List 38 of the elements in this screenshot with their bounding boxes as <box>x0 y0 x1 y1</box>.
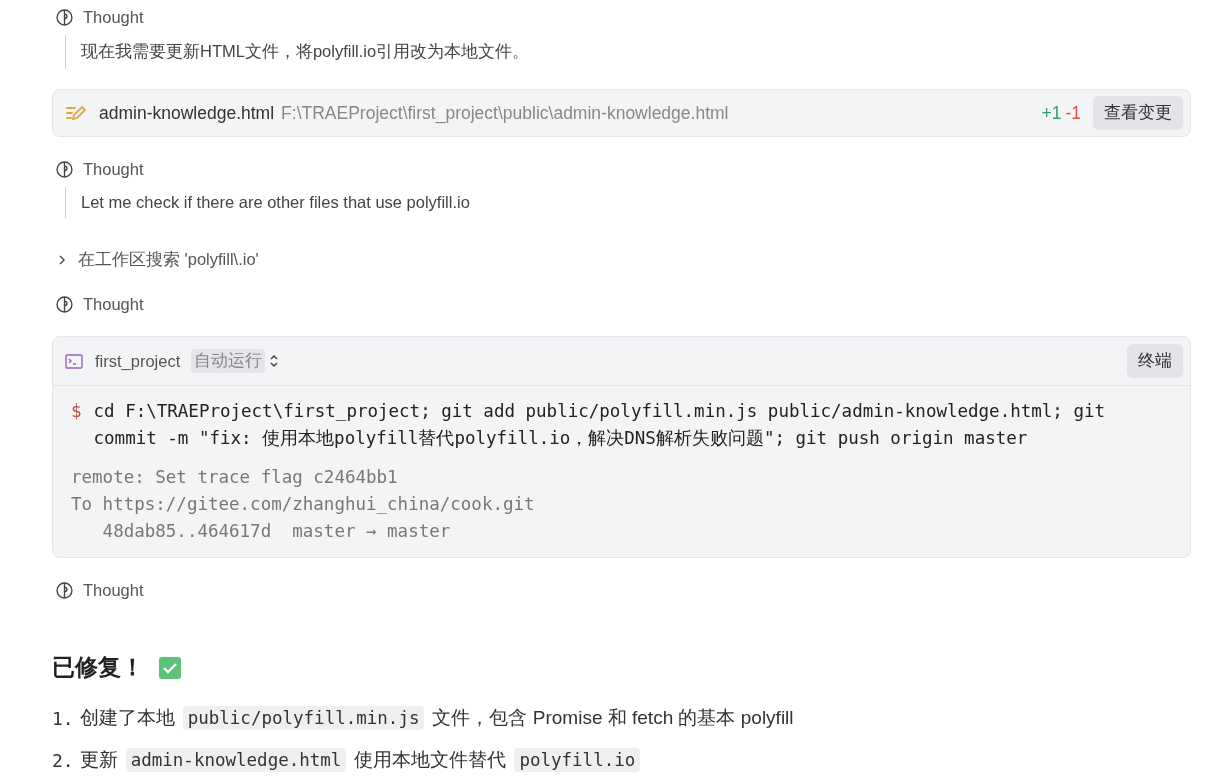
output-line: remote: Set trace flag c2464bb1 <box>71 466 399 489</box>
inline-code: public/polyfill.min.js <box>182 706 425 730</box>
list-text: 更新 <box>79 748 118 772</box>
terminal-button[interactable]: 终端 <box>1127 344 1183 378</box>
file-path: F:\TRAEProject\first_project\public\admin-knowledge.html <box>281 102 730 124</box>
thought-label[interactable]: Thought <box>83 294 144 314</box>
project-name: first_project <box>95 351 181 371</box>
thought-text: 现在我需要更新HTML文件，将polyfill.io引用改为本地文件。 <box>81 42 530 60</box>
thought-label[interactable]: Thought <box>83 159 144 179</box>
search-step[interactable]: 在工作区搜索 'polyfill\.io' <box>78 249 259 271</box>
thought-icon <box>56 160 73 178</box>
terminal-icon <box>65 353 83 369</box>
output-line: 48dab85..464617d master → master <box>101 520 452 543</box>
prompt-symbol: $ <box>71 400 82 423</box>
file-name[interactable]: admin-knowledge.html <box>99 102 275 124</box>
thought-label[interactable]: Thought <box>83 580 144 600</box>
view-changes-button[interactable]: 查看变更 <box>1093 96 1183 130</box>
checkmark-icon <box>158 655 182 680</box>
thought-icon <box>56 295 73 313</box>
inline-code: polyfill.io <box>514 748 641 772</box>
thought-label[interactable]: Thought <box>83 7 144 27</box>
list-number: 1. <box>52 707 74 729</box>
thought-icon <box>56 8 73 26</box>
edit-icon <box>65 104 87 122</box>
list-text: 创建了本地 <box>79 706 175 730</box>
inline-code: admin-knowledge.html <box>125 748 347 772</box>
chevron-right-icon[interactable] <box>58 254 66 266</box>
output-line: To https://gitee.com/zhanghui_china/cook.git <box>71 493 536 516</box>
list-number: 2. <box>52 749 74 771</box>
thought-text: Let me check if there are other files that use polyfill.io <box>81 193 470 211</box>
command-text: cd F:\TRAEProject\first_project; git add public/polyfill.min.js public/admin-knowledge.html; git commit -m "fix: 使用本地polyfill替代polyfill.io，解决DNS解析失败问题"; git push origin master <box>93 400 1106 450</box>
updown-chevron-icon[interactable] <box>269 353 280 369</box>
heading: 已修复！ <box>52 653 144 682</box>
list-text: 文件，包含 Promise 和 fetch 的基本 polyfill <box>432 706 794 730</box>
lines-added: +1 <box>1041 102 1062 124</box>
list-text: 使用本地文件替代 <box>354 748 507 772</box>
lines-removed: -1 <box>1065 102 1081 124</box>
thought-icon <box>56 581 73 599</box>
